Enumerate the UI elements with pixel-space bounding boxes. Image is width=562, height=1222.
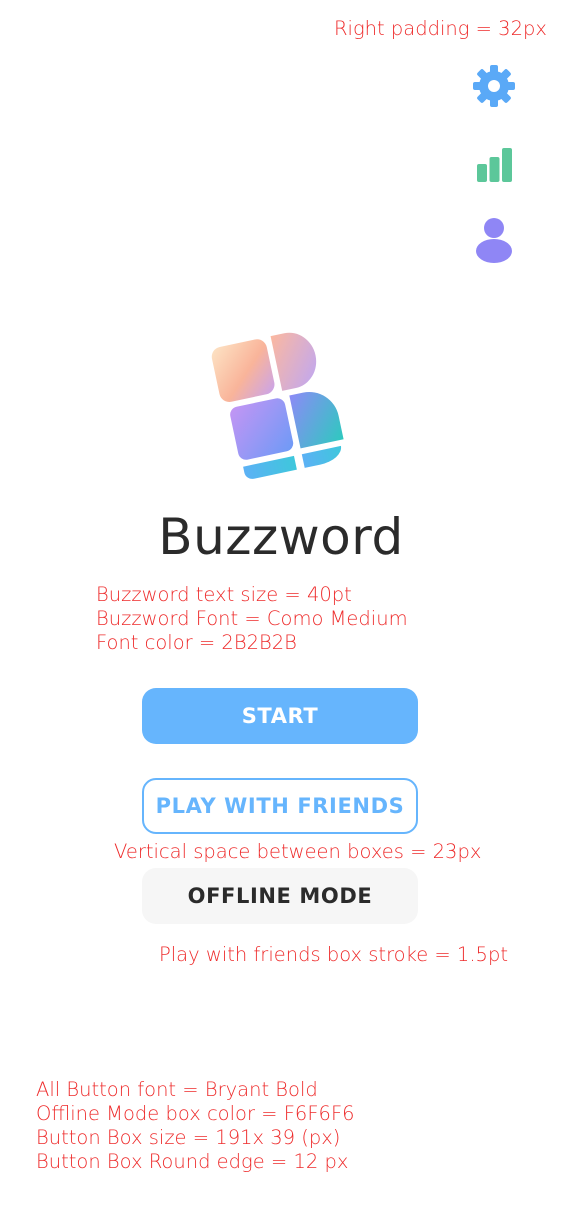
user-icon [476, 218, 512, 263]
title-font-note: Buzzword Font = Como Medium [96, 607, 408, 630]
title-color-note: Font color = 2B2B2B [96, 631, 297, 654]
right-padding-note: Right padding = 32px [334, 17, 547, 40]
vertical-space-note: Vertical space between boxes = 23px [114, 840, 482, 863]
buzzword-logo [204, 318, 352, 482]
button-font-note: All Button font = Bryant Bold [36, 1078, 318, 1101]
box-radius-note: Button Box Round edge = 12 px [36, 1150, 349, 1173]
start-button[interactable]: START [142, 688, 418, 744]
stats-button[interactable] [470, 140, 518, 188]
friends-stroke-note: Play with friends box stroke = 1.5pt [159, 943, 508, 966]
app-title: Buzzword [158, 508, 404, 566]
box-size-note: Button Box size = 191x 39 (px) [36, 1126, 341, 1149]
bar-chart-icon [477, 148, 512, 182]
profile-button[interactable] [470, 216, 518, 264]
settings-button[interactable] [470, 62, 518, 110]
offline-mode-button[interactable]: OFFLINE MODE [142, 868, 418, 924]
title-size-note: Buzzword text size = 40pt [96, 583, 352, 606]
offline-color-note: Offline Mode box color = F6F6F6 [36, 1102, 355, 1125]
gear-icon [473, 65, 515, 107]
play-with-friends-button[interactable]: PLAY WITH FRIENDS [142, 778, 418, 834]
